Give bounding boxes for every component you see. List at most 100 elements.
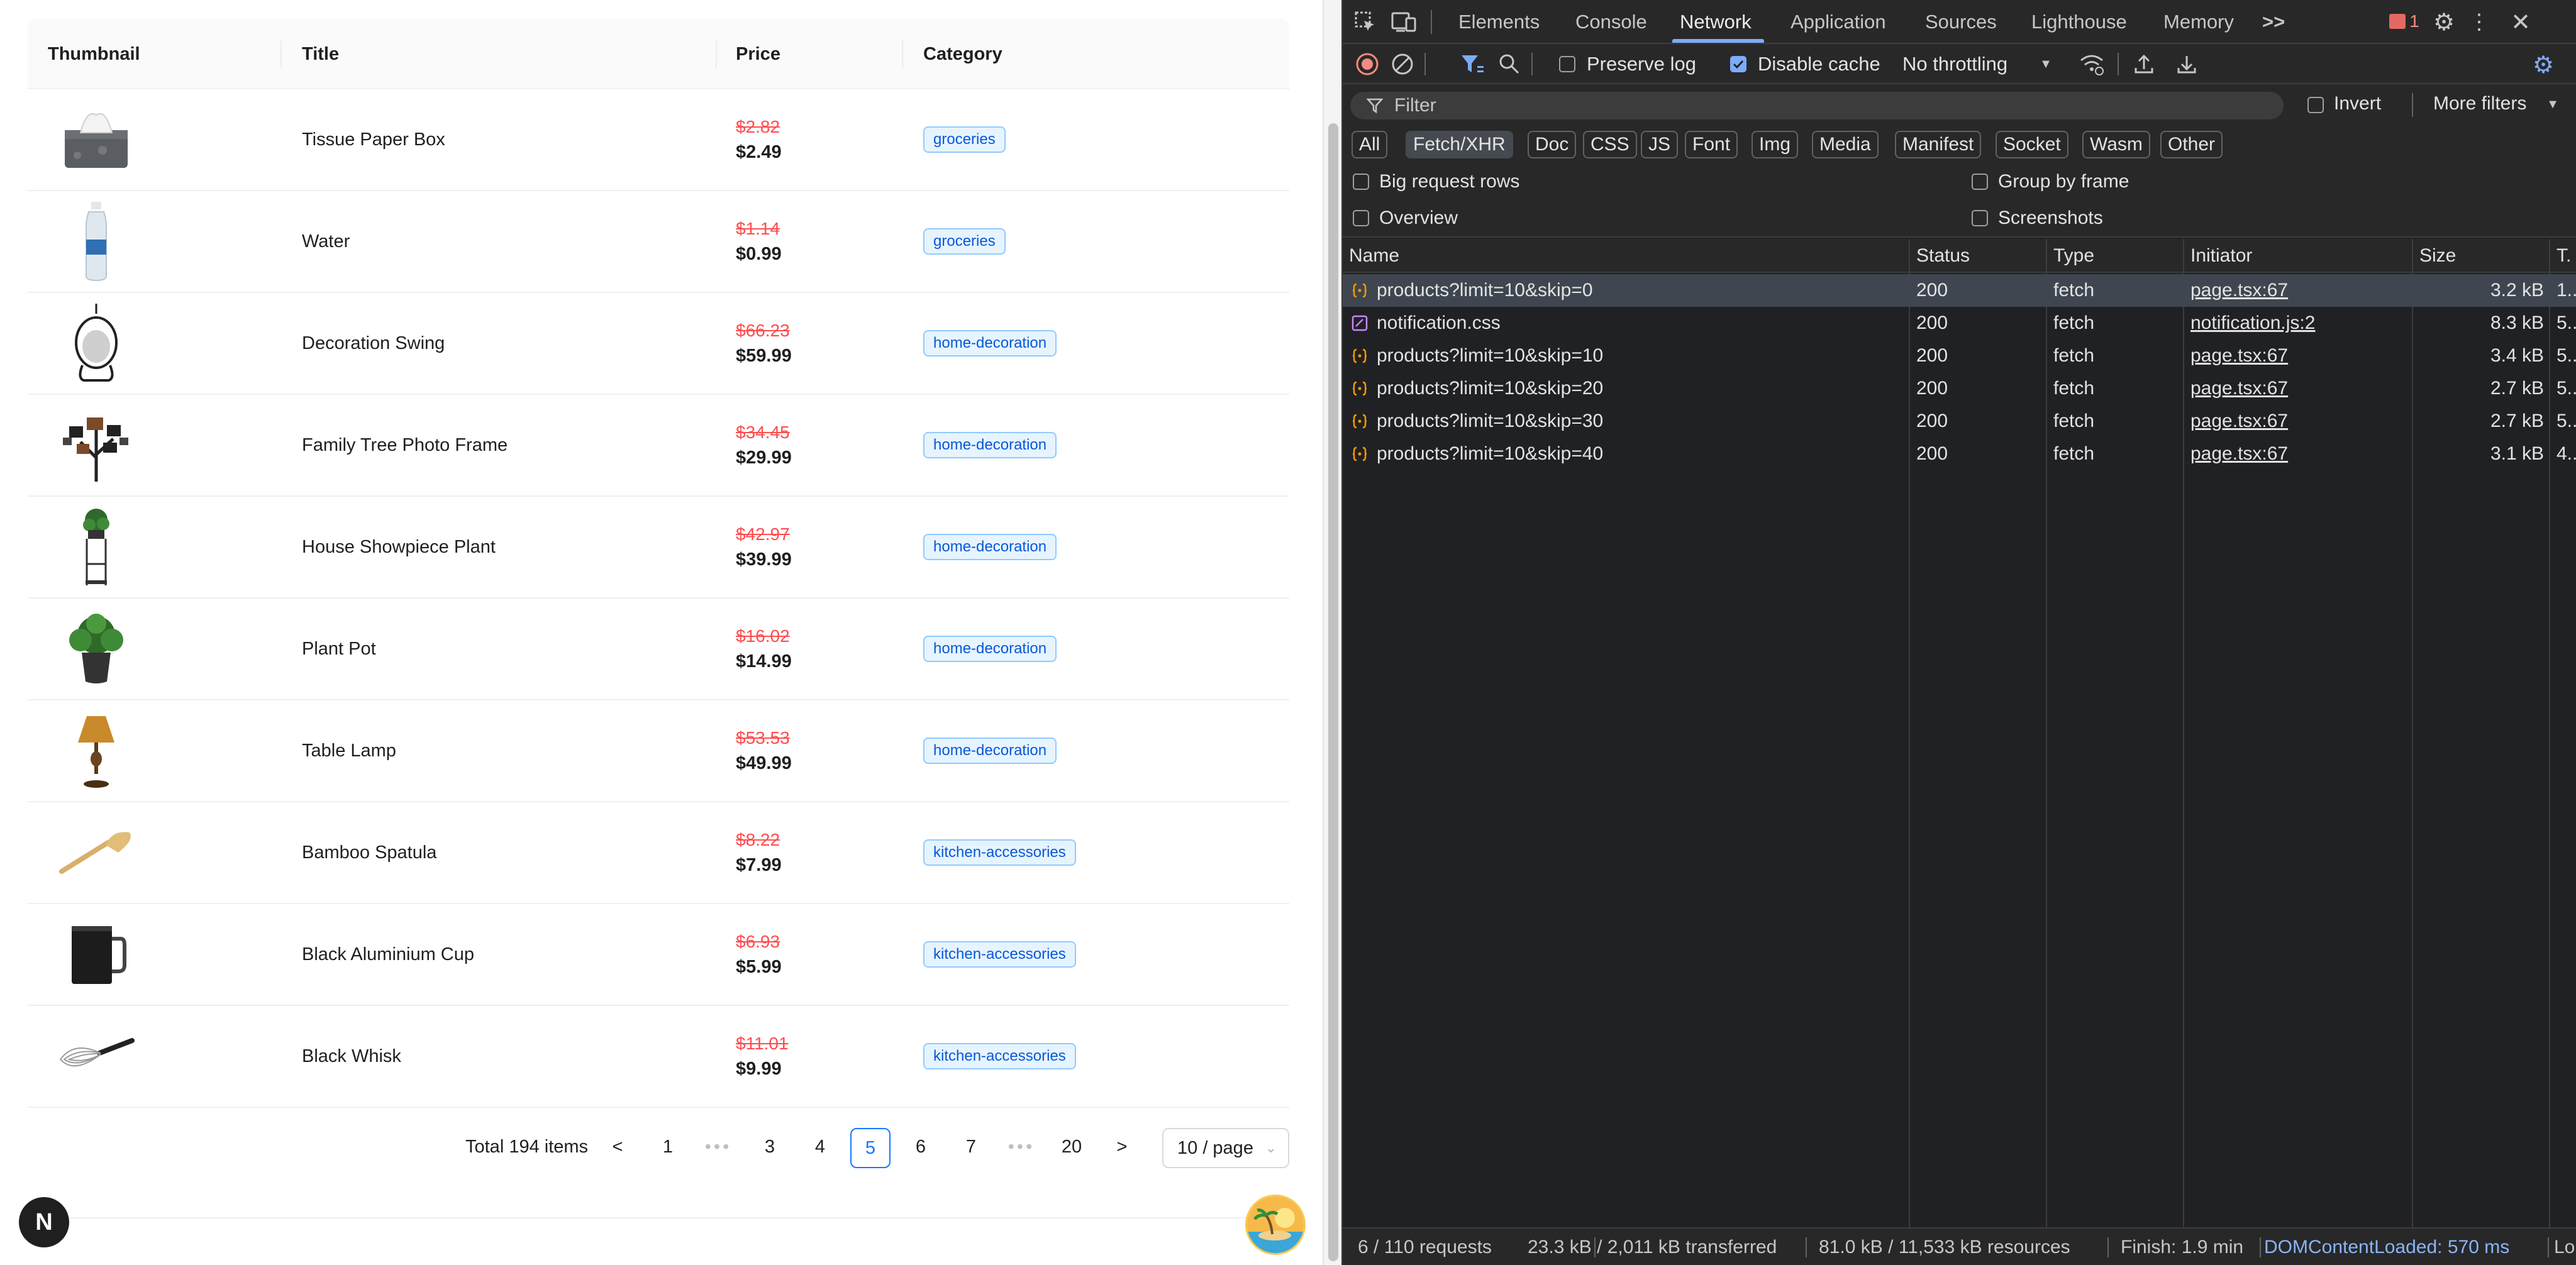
filter-funnel-icon[interactable] bbox=[1460, 52, 1485, 76]
clear-icon[interactable] bbox=[1391, 52, 1414, 76]
more-filters-dropdown-icon[interactable]: ▼ bbox=[2545, 97, 2560, 112]
pagination-page-3[interactable]: 3 bbox=[750, 1128, 790, 1168]
pagination-page-4[interactable]: 4 bbox=[800, 1128, 840, 1168]
pagination-jump-prev[interactable]: ••• bbox=[698, 1128, 738, 1168]
request-name: products?limit=10&skip=10 bbox=[1377, 345, 1604, 366]
kebab-menu-icon[interactable]: ⋮ bbox=[2468, 9, 2490, 35]
request-row[interactable]: products?limit=10&skip=0 200 fetch page.tsx… bbox=[1343, 274, 2576, 307]
type-filter-manifest[interactable]: Manifest bbox=[1895, 131, 1982, 158]
request-row[interactable]: notification.css 200 fetch notification.js:… bbox=[1343, 307, 2576, 340]
scrollbar-thumb[interactable] bbox=[1328, 123, 1338, 1261]
error-badge[interactable]: 1 bbox=[2387, 9, 2422, 34]
tab-sources[interactable]: Sources bbox=[1925, 0, 1997, 44]
table-row[interactable]: Tissue Paper Box $2.82 $2.49 groceries bbox=[28, 89, 1289, 191]
device-toolbar-icon[interactable] bbox=[1391, 9, 1418, 35]
tab-elements[interactable]: Elements bbox=[1458, 0, 1540, 44]
nextjs-dev-indicator[interactable]: N bbox=[19, 1197, 69, 1247]
type-filter-img[interactable]: Img bbox=[1752, 131, 1799, 158]
preserve-log-checkbox[interactable] bbox=[1559, 56, 1575, 72]
big-request-rows-checkbox[interactable] bbox=[1353, 174, 1369, 190]
network-conditions-icon[interactable] bbox=[2079, 52, 2105, 77]
more-tabs-icon[interactable]: >> bbox=[2262, 0, 2285, 44]
type-filter-fetchxhr[interactable]: Fetch/XHR bbox=[1406, 131, 1513, 158]
screenshots-checkbox[interactable] bbox=[1972, 210, 1988, 226]
tab-network[interactable]: Network bbox=[1680, 0, 1752, 44]
type-filter-media[interactable]: Media bbox=[1812, 131, 1879, 158]
tab-console[interactable]: Console bbox=[1575, 0, 1647, 44]
table-row[interactable]: Table Lamp $53.53 $49.99 home-decoration bbox=[28, 700, 1289, 802]
pagination-page-6[interactable]: 6 bbox=[901, 1128, 941, 1168]
disable-cache-checkbox[interactable] bbox=[1730, 56, 1746, 72]
column-size[interactable]: Size bbox=[2413, 239, 2456, 273]
price-cell: $11.01 $9.99 bbox=[736, 1006, 918, 1107]
tab-memory[interactable]: Memory bbox=[2163, 0, 2234, 44]
overview-checkbox[interactable] bbox=[1353, 210, 1369, 226]
type-filter-other[interactable]: Other bbox=[2160, 131, 2223, 158]
status-requests: 6 / 110 requests bbox=[1358, 1237, 1492, 1257]
type-filter-wasm[interactable]: Wasm bbox=[2082, 131, 2150, 158]
product-title: Tissue Paper Box bbox=[302, 129, 445, 150]
request-row[interactable]: products?limit=10&skip=30 200 fetch page.ts… bbox=[1343, 405, 2576, 438]
table-row[interactable]: Bamboo Spatula $8.22 $7.99 kitchen-accessor… bbox=[28, 802, 1289, 904]
column-time[interactable]: T. bbox=[2550, 239, 2571, 273]
column-type[interactable]: Type bbox=[2047, 239, 2094, 273]
pagination-prev-button[interactable]: < bbox=[597, 1128, 638, 1168]
request-row[interactable]: products?limit=10&skip=40 200 fetch page.ts… bbox=[1343, 438, 2576, 470]
group-by-frame-label: Group by frame bbox=[1998, 171, 2129, 192]
page-scrollbar[interactable] bbox=[1323, 0, 1341, 1265]
close-devtools-icon[interactable]: ✕ bbox=[2507, 9, 2534, 36]
column-status[interactable]: Status bbox=[1910, 239, 1970, 273]
request-initiator-link[interactable]: page.tsx:67 bbox=[2190, 340, 2407, 372]
throttling-select[interactable]: No throttling bbox=[1902, 44, 2007, 84]
throttling-dropdown-icon[interactable]: ▼ bbox=[2038, 57, 2053, 72]
type-filter-font[interactable]: Font bbox=[1685, 131, 1738, 158]
table-row[interactable]: Water $1.14 $0.99 groceries bbox=[28, 191, 1289, 293]
pagination-page-5-current[interactable]: 5 bbox=[850, 1128, 891, 1168]
invert-checkbox[interactable] bbox=[2307, 97, 2324, 113]
pagination-next-button[interactable]: > bbox=[1102, 1128, 1142, 1168]
pagination-page-7[interactable]: 7 bbox=[951, 1128, 991, 1168]
group-by-frame-checkbox[interactable] bbox=[1972, 174, 1988, 190]
photo-tree-thumbnail bbox=[55, 404, 137, 486]
filter-input[interactable]: Filter bbox=[1350, 92, 2284, 119]
inspect-element-icon[interactable] bbox=[1353, 9, 1378, 35]
request-initiator-link[interactable]: page.tsx:67 bbox=[2190, 274, 2407, 307]
table-row[interactable]: House Showpiece Plant $42.97 $39.99 home-de… bbox=[28, 497, 1289, 599]
column-initiator[interactable]: Initiator bbox=[2184, 239, 2252, 273]
pagination-jump-next[interactable]: ••• bbox=[1001, 1128, 1041, 1168]
pagination-page-1[interactable]: 1 bbox=[648, 1128, 688, 1168]
request-initiator-link[interactable]: page.tsx:67 bbox=[2190, 438, 2407, 470]
export-har-download-icon[interactable] bbox=[2174, 52, 2199, 77]
request-row[interactable]: products?limit=10&skip=20 200 fetch page.ts… bbox=[1343, 372, 2576, 405]
type-filter-js[interactable]: JS bbox=[1641, 131, 1679, 158]
search-icon[interactable] bbox=[1497, 52, 1521, 76]
request-initiator-link[interactable]: page.tsx:67 bbox=[2190, 405, 2407, 438]
request-row[interactable]: products?limit=10&skip=10 200 fetch page.ts… bbox=[1343, 340, 2576, 372]
type-filter-socket[interactable]: Socket bbox=[1996, 131, 2068, 158]
island-avatar-icon[interactable] bbox=[1245, 1195, 1306, 1255]
table-row[interactable]: Decoration Swing $66.23 $59.99 home-decorat… bbox=[28, 293, 1289, 395]
network-settings-gear-icon[interactable]: ⚙ bbox=[2530, 52, 2557, 79]
table-body: Tissue Paper Box $2.82 $2.49 groceries Water… bbox=[28, 89, 1289, 1108]
type-filter-css[interactable]: CSS bbox=[1583, 131, 1637, 158]
category-tag: home-decoration bbox=[923, 737, 1057, 764]
type-filter-doc[interactable]: Doc bbox=[1528, 131, 1577, 158]
tab-lighthouse[interactable]: Lighthouse bbox=[2031, 0, 2127, 44]
more-filters-button[interactable]: More filters bbox=[2433, 93, 2526, 114]
table-row[interactable]: Family Tree Photo Frame $34.45 $29.99 home-… bbox=[28, 395, 1289, 497]
table-row[interactable]: Black Whisk $11.01 $9.99 kitchen-accessorie… bbox=[28, 1006, 1289, 1108]
original-price: $2.82 bbox=[736, 117, 780, 136]
pagination-page-20[interactable]: 20 bbox=[1052, 1128, 1092, 1168]
import-har-upload-icon[interactable] bbox=[2131, 52, 2157, 77]
request-type: fetch bbox=[2053, 411, 2095, 431]
request-initiator-link[interactable]: page.tsx:67 bbox=[2190, 372, 2407, 405]
type-filter-all[interactable]: All bbox=[1352, 131, 1388, 158]
request-initiator-link[interactable]: notification.js:2 bbox=[2190, 307, 2407, 340]
table-row[interactable]: Plant Pot $16.02 $14.99 home-decoration bbox=[28, 599, 1289, 700]
tab-application[interactable]: Application bbox=[1790, 0, 1886, 44]
settings-gear-icon[interactable]: ⚙ bbox=[2431, 9, 2457, 36]
record-stop-icon[interactable] bbox=[1355, 52, 1379, 76]
column-name[interactable]: Name bbox=[1343, 239, 1399, 273]
table-row[interactable]: Black Aluminium Cup $6.93 $5.99 kitchen-acc… bbox=[28, 904, 1289, 1006]
page-size-select[interactable]: 10 / page ⌄ bbox=[1162, 1128, 1289, 1168]
